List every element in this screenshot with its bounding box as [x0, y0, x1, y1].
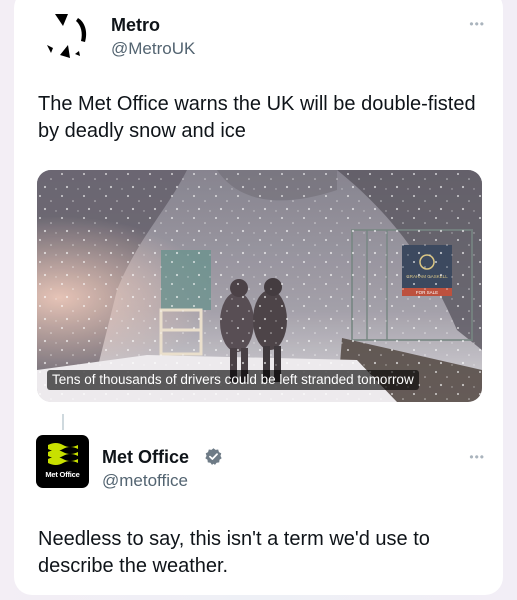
author-handle[interactable]: @metoffice [102, 471, 188, 491]
thread-connector [62, 414, 64, 430]
author-name[interactable]: Metro [111, 15, 160, 36]
author-name[interactable]: Met Office [102, 447, 189, 468]
tweet-text: The Met Office warns the UK will be doub… [38, 93, 476, 142]
verified-badge-icon [205, 448, 222, 465]
image-caption: Tens of thousands of drivers could be le… [47, 370, 419, 390]
timeline-card: Metro @MetroUK ••• The Met Office warns … [14, 0, 503, 595]
met-office-logo-icon [48, 443, 78, 465]
tweet-text: Needless to say, this isn't a term we'd … [38, 528, 430, 577]
author-handle[interactable]: @MetroUK [111, 39, 195, 59]
avatar-met-office[interactable]: Met Office [36, 435, 89, 488]
logo-wordmark: Met Office [45, 470, 80, 479]
avatar-metro[interactable] [38, 6, 98, 66]
tweet-image[interactable]: GRAHAM GASKELL FOR SALE Te [37, 170, 482, 402]
snow-scene-image: GRAHAM GASKELL FOR SALE [37, 170, 482, 402]
more-options-icon[interactable]: ••• [469, 17, 485, 31]
metro-logo-icon [47, 14, 87, 58]
more-options-icon[interactable]: ••• [469, 450, 485, 464]
